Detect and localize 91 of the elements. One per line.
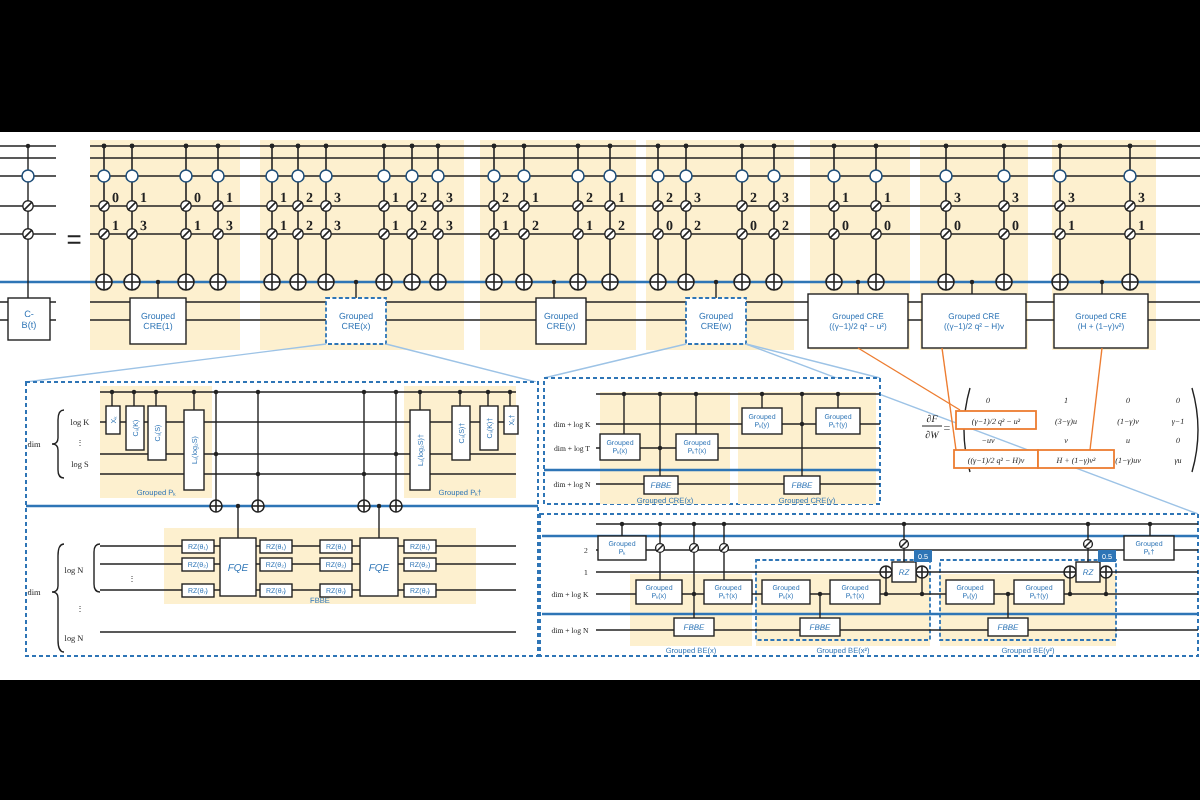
gate-box bbox=[1075, 561, 1101, 583]
control-line bbox=[654, 521, 666, 581]
control-line bbox=[898, 521, 910, 563]
control-line bbox=[191, 389, 197, 411]
control-line bbox=[969, 279, 975, 295]
gate-box bbox=[987, 617, 1029, 637]
gate-box bbox=[815, 407, 861, 435]
gate-box bbox=[125, 405, 145, 451]
control-line bbox=[817, 591, 823, 619]
wire bbox=[0, 175, 57, 177]
control-line bbox=[251, 389, 265, 513]
gate-box bbox=[761, 579, 811, 605]
control-line bbox=[693, 391, 699, 435]
gate-box bbox=[829, 579, 881, 605]
gate-box bbox=[409, 409, 431, 491]
control-line bbox=[718, 521, 730, 581]
control-line bbox=[155, 279, 161, 299]
control-line bbox=[855, 279, 861, 295]
control-line bbox=[507, 389, 513, 407]
wire bbox=[0, 301, 57, 303]
gate-box bbox=[105, 405, 121, 435]
gate-box bbox=[597, 535, 647, 561]
gate-box bbox=[799, 617, 841, 637]
gate-box bbox=[319, 583, 353, 598]
control-line bbox=[619, 521, 625, 537]
wire bbox=[0, 157, 57, 159]
wire bbox=[0, 205, 57, 207]
control-line bbox=[209, 389, 223, 513]
control-line bbox=[1099, 279, 1105, 295]
brace-drawing bbox=[93, 543, 101, 593]
control-line bbox=[551, 279, 557, 299]
leader-line bbox=[543, 343, 687, 379]
gate-box bbox=[319, 539, 353, 554]
control-line bbox=[1082, 521, 1094, 563]
gate-box bbox=[599, 433, 641, 461]
control-line bbox=[109, 389, 115, 407]
brace-drawing bbox=[51, 543, 65, 653]
gate-box bbox=[403, 557, 437, 572]
gate-box bbox=[7, 297, 51, 341]
equals-sign: = bbox=[66, 224, 82, 254]
gate-box bbox=[147, 405, 167, 461]
gate-box bbox=[451, 405, 471, 461]
gate-box bbox=[181, 539, 215, 554]
gate-box bbox=[1013, 579, 1065, 605]
control-line bbox=[376, 503, 382, 539]
gate-box bbox=[359, 537, 399, 597]
gate-box bbox=[891, 561, 917, 583]
control-line bbox=[657, 391, 663, 477]
open-control-icon bbox=[21, 169, 35, 183]
gate-box bbox=[503, 405, 519, 435]
control-line bbox=[799, 391, 805, 477]
gate-box bbox=[183, 409, 205, 491]
gate-box bbox=[635, 579, 683, 605]
wire bbox=[0, 145, 57, 147]
gate-box bbox=[181, 557, 215, 572]
gate-box bbox=[945, 579, 995, 605]
gate-box bbox=[741, 407, 783, 435]
control-line bbox=[835, 391, 841, 409]
gate-box bbox=[673, 617, 715, 637]
control-line bbox=[621, 391, 627, 435]
control-line bbox=[688, 521, 700, 619]
control-line bbox=[417, 389, 423, 411]
gate-box bbox=[783, 475, 821, 495]
control-line bbox=[131, 389, 137, 407]
gate-box bbox=[1123, 535, 1175, 561]
gate-box bbox=[181, 583, 215, 598]
bracket-drawing bbox=[1191, 387, 1199, 473]
parameter-badge bbox=[914, 550, 932, 562]
parameter-badge bbox=[1098, 550, 1116, 562]
control-line bbox=[759, 391, 765, 409]
slashed-control-icon bbox=[22, 200, 34, 212]
control-line bbox=[235, 503, 241, 539]
control-line bbox=[713, 279, 719, 299]
control-line bbox=[153, 389, 159, 407]
control-line bbox=[357, 389, 371, 513]
gate-box bbox=[675, 433, 719, 461]
gate-box bbox=[319, 557, 353, 572]
gate-box bbox=[479, 405, 499, 451]
control-line bbox=[389, 389, 403, 513]
wire bbox=[0, 233, 57, 235]
control-line bbox=[1147, 521, 1153, 537]
brace-drawing bbox=[51, 409, 65, 479]
control-line bbox=[485, 389, 491, 407]
gate-box bbox=[403, 583, 437, 598]
control-line bbox=[1005, 591, 1011, 619]
control-line bbox=[457, 389, 463, 407]
gate-box bbox=[643, 475, 679, 495]
gate-box bbox=[403, 539, 437, 554]
gate-box bbox=[703, 579, 753, 605]
control-line bbox=[353, 279, 359, 299]
slashed-control-icon bbox=[22, 228, 34, 240]
